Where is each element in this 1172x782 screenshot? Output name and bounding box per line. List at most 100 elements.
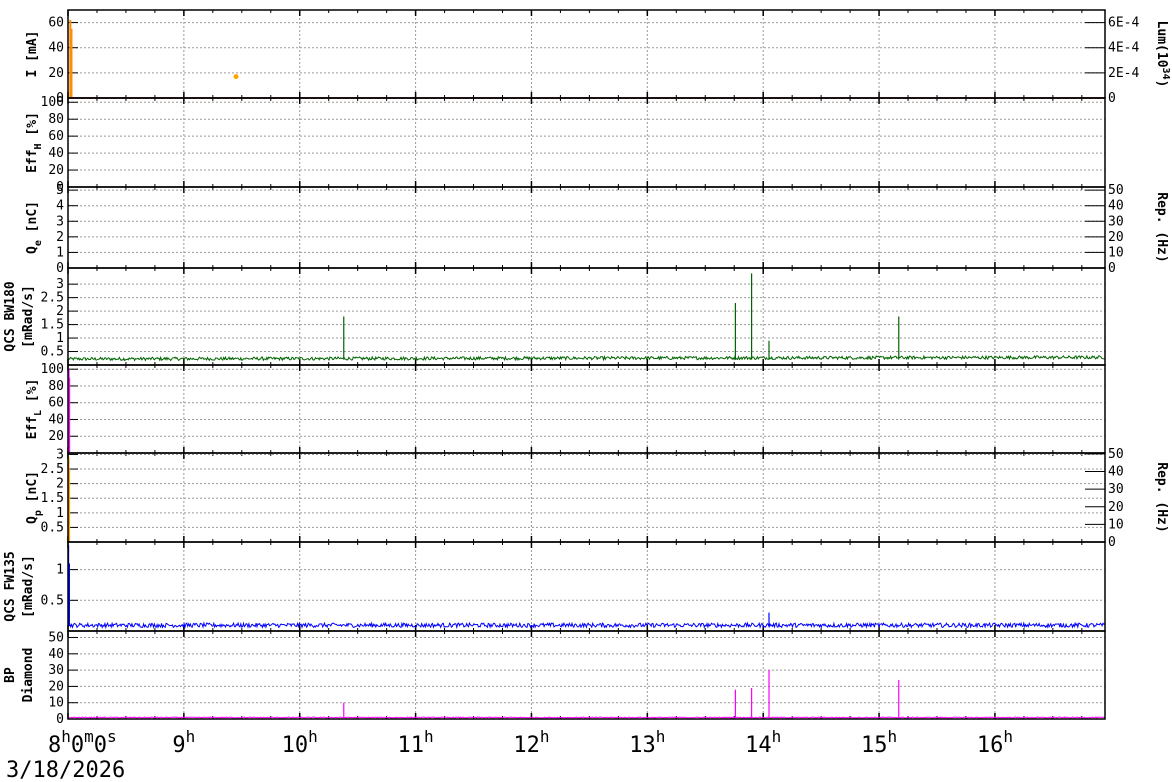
x-axis: 8h0m0s 9h 10h 11h 12h 13h 14h 15h 16h 3/18/2026 (6, 727, 1013, 782)
right-y-tick-label: 40 (1108, 199, 1124, 214)
right-y-tick-label: 50 (1108, 183, 1124, 198)
y-tick-label: 2.5 (41, 462, 64, 477)
y-tick-label: 1 (56, 331, 64, 346)
noise-series (68, 716, 1105, 719)
panel-frame (67, 541, 1106, 632)
panel-frame (67, 267, 1106, 366)
noise-series (67, 621, 1106, 630)
y-tick-label: 2.5 (41, 291, 64, 306)
y-tick-label: 20 (48, 163, 64, 178)
x-tick-label: 13h (629, 727, 665, 758)
panel-frame (67, 630, 1106, 720)
y-tick-label: 80 (48, 112, 64, 127)
panel-qp: 0.511.522.5301020304050Rep. (Hz)Qp [nC] (25, 447, 1169, 550)
panel-frame (67, 97, 1106, 188)
y-tick-label: 40 (48, 41, 64, 56)
right-y-tick-label: 0 (1108, 91, 1116, 106)
y-axis-label: EffH [%] (25, 112, 44, 173)
y-tick-label: 20 (48, 66, 64, 81)
y-tick-label: 20 (48, 679, 64, 694)
panel-eff_h: 020406080100EffH [%] (25, 95, 1106, 195)
y-tick-label: 1 (56, 506, 64, 521)
right-y-tick-label: 20 (1108, 500, 1124, 515)
accelerator-status-chart: 020406002E-44E-46E-4 Lum(1034)I [mA]02040… (3, 9, 1171, 782)
y-axis-label: Qe [nC] (25, 201, 44, 254)
right-y-tick-label: 30 (1108, 482, 1124, 497)
panel-qcs_bw180: 0.511.522.53 QCS BW180 [mRad/s] (3, 267, 1106, 366)
y-tick-label: 4 (56, 199, 64, 214)
y-tick-label: 3 (56, 277, 64, 292)
right-y-tick-label: 10 (1108, 245, 1124, 260)
right-y-axis-label: Lum(1034) (1154, 21, 1171, 88)
y-tick-label: 100 (41, 95, 64, 110)
y-tick-label: 3 (56, 214, 64, 229)
y-axis-label: BP (3, 667, 18, 683)
right-y-tick-label: 0 (1108, 535, 1116, 550)
y-axis-label: QCS BW180 (3, 281, 18, 352)
y-tick-label: 0.5 (41, 593, 64, 608)
right-y-tick-label: 2E-4 (1108, 66, 1139, 81)
y-axis-label-line2: [mRad/s] (21, 285, 36, 348)
panel-current: 020406002E-44E-46E-4 Lum(1034)I [mA] (25, 9, 1171, 106)
y-tick-label: 100 (41, 362, 64, 377)
y-tick-label: 0 (56, 712, 64, 727)
y-axis-label-line2: [mRad/s] (21, 555, 36, 618)
x-tick-label: 10h (282, 727, 318, 758)
noise-series (67, 354, 1105, 362)
panel-frame (67, 186, 1106, 269)
x-tick-label: 8h0m0s (48, 727, 117, 758)
date-label: 3/18/2026 (6, 758, 125, 782)
right-y-tick-label: 10 (1108, 517, 1124, 532)
y-axis-label: QCS FW135 (3, 551, 18, 621)
y-tick-label: 60 (48, 16, 64, 31)
right-y-axis-label: Rep. (Hz) (1154, 462, 1169, 532)
y-tick-label: 20 (48, 429, 64, 444)
right-y-tick-label: 40 (1108, 465, 1124, 480)
y-tick-label: 0.5 (41, 345, 64, 360)
x-tick-label: 15h (861, 727, 897, 758)
y-tick-label: 3 (56, 447, 64, 462)
panel-frame (67, 9, 1106, 99)
right-y-tick-label: 30 (1108, 214, 1124, 229)
y-tick-label: 40 (48, 412, 64, 427)
x-tick-label: 14h (745, 727, 781, 758)
y-tick-label: 5 (56, 183, 64, 198)
y-axis-label: I [mA] (25, 31, 40, 78)
y-tick-label: 0 (56, 261, 64, 276)
right-y-tick-label: 6E-4 (1108, 16, 1139, 31)
y-axis-label-line2: Diamond (21, 648, 36, 703)
y-tick-label: 80 (48, 379, 64, 394)
x-tick-label: 11h (398, 727, 434, 758)
right-y-tick-label: 4E-4 (1108, 41, 1139, 56)
right-y-tick-label: 50 (1108, 447, 1124, 462)
y-tick-label: 1.5 (41, 491, 64, 506)
y-tick-label: 60 (48, 396, 64, 411)
y-tick-label: 40 (48, 146, 64, 161)
y-axis-label: EffL [%] (25, 379, 44, 440)
x-tick-label: 16h (977, 727, 1013, 758)
panel-frame (67, 452, 1106, 543)
y-tick-label: 30 (48, 663, 64, 678)
right-y-tick-label: 0 (1108, 261, 1116, 276)
y-tick-label: 0.5 (41, 520, 64, 535)
y-tick-label: 2 (56, 304, 64, 319)
right-y-tick-label: 20 (1108, 230, 1124, 245)
y-tick-label: 1 (56, 245, 64, 260)
data-point (233, 74, 239, 80)
x-tick-label: 9h (172, 727, 195, 758)
y-tick-label: 2 (56, 230, 64, 245)
y-tick-label: 10 (48, 696, 64, 711)
y-tick-label: 50 (48, 631, 64, 646)
right-y-axis-label: Rep. (Hz) (1154, 192, 1169, 262)
x-tick-label: 12h (513, 727, 549, 758)
y-tick-label: 1.5 (41, 318, 64, 333)
panel-frame (67, 364, 1106, 454)
y-tick-label: 1 (56, 563, 64, 578)
panel-qe: 01234501020304050Rep. (Hz)Qe [nC] (25, 183, 1169, 276)
y-tick-label: 2 (56, 477, 64, 492)
y-tick-label: 60 (48, 129, 64, 144)
panel-qcs_fw135: 0.5 1 QCS FW135 [mRad/s] (3, 541, 1106, 632)
panel-eff_l: 20 4060 80 100 EffL [%] (25, 362, 1106, 454)
panel-bp_diamond: 010 20304050 BP Diamond (3, 630, 1106, 727)
y-tick-label: 40 (48, 647, 64, 662)
